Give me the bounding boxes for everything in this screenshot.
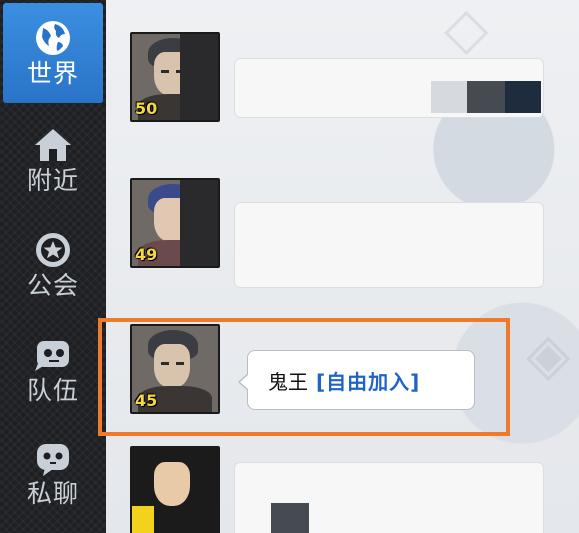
tab-world-label: 世界 [26,59,79,88]
guild-emblem-icon [36,233,70,267]
channel-sidebar: 世界 附近 公会 队伍 私聊 [0,0,106,533]
house-icon [35,129,71,161]
tab-guild-label: 公会 [26,271,79,300]
message-bubble[interactable] [234,202,544,288]
message-bubble[interactable] [234,58,544,118]
pixelated-content [505,81,541,113]
player-level: 50 [135,99,158,118]
message-bubble[interactable]: 鬼王 [自由加入] [238,350,475,410]
team-face-icon [35,341,69,371]
message-bubble[interactable] [234,462,544,533]
pixelated-content [431,81,467,113]
chat-face-icon [37,444,69,476]
player-avatar[interactable] [130,446,220,533]
chat-panel: ◇ ◈ 50 49 45 [106,0,579,533]
pixelated-content [271,503,309,533]
tab-nearby-label: 附近 [26,166,79,195]
tab-private-chat-label: 私聊 [26,479,79,508]
tab-team-label: 队伍 [26,376,79,405]
player-avatar[interactable]: 50 [130,32,220,122]
background-art: ◈ [526,320,571,388]
sender-name[interactable]: 鬼王 [268,366,308,395]
background-art: ◇ [444,0,489,62]
pixelated-content [132,506,154,533]
pixelated-content [467,81,505,113]
tab-nearby[interactable]: 附近 [3,110,103,210]
tab-guild[interactable]: 公会 [3,215,103,315]
tab-world[interactable]: 世界 [3,3,103,103]
globe-icon [36,21,70,55]
tab-private-chat[interactable]: 私聊 [3,423,103,523]
player-level: 49 [135,245,158,264]
join-guild-link[interactable]: [自由加入] [316,366,420,395]
tab-team[interactable]: 队伍 [3,320,103,420]
player-avatar[interactable]: 49 [130,178,220,268]
